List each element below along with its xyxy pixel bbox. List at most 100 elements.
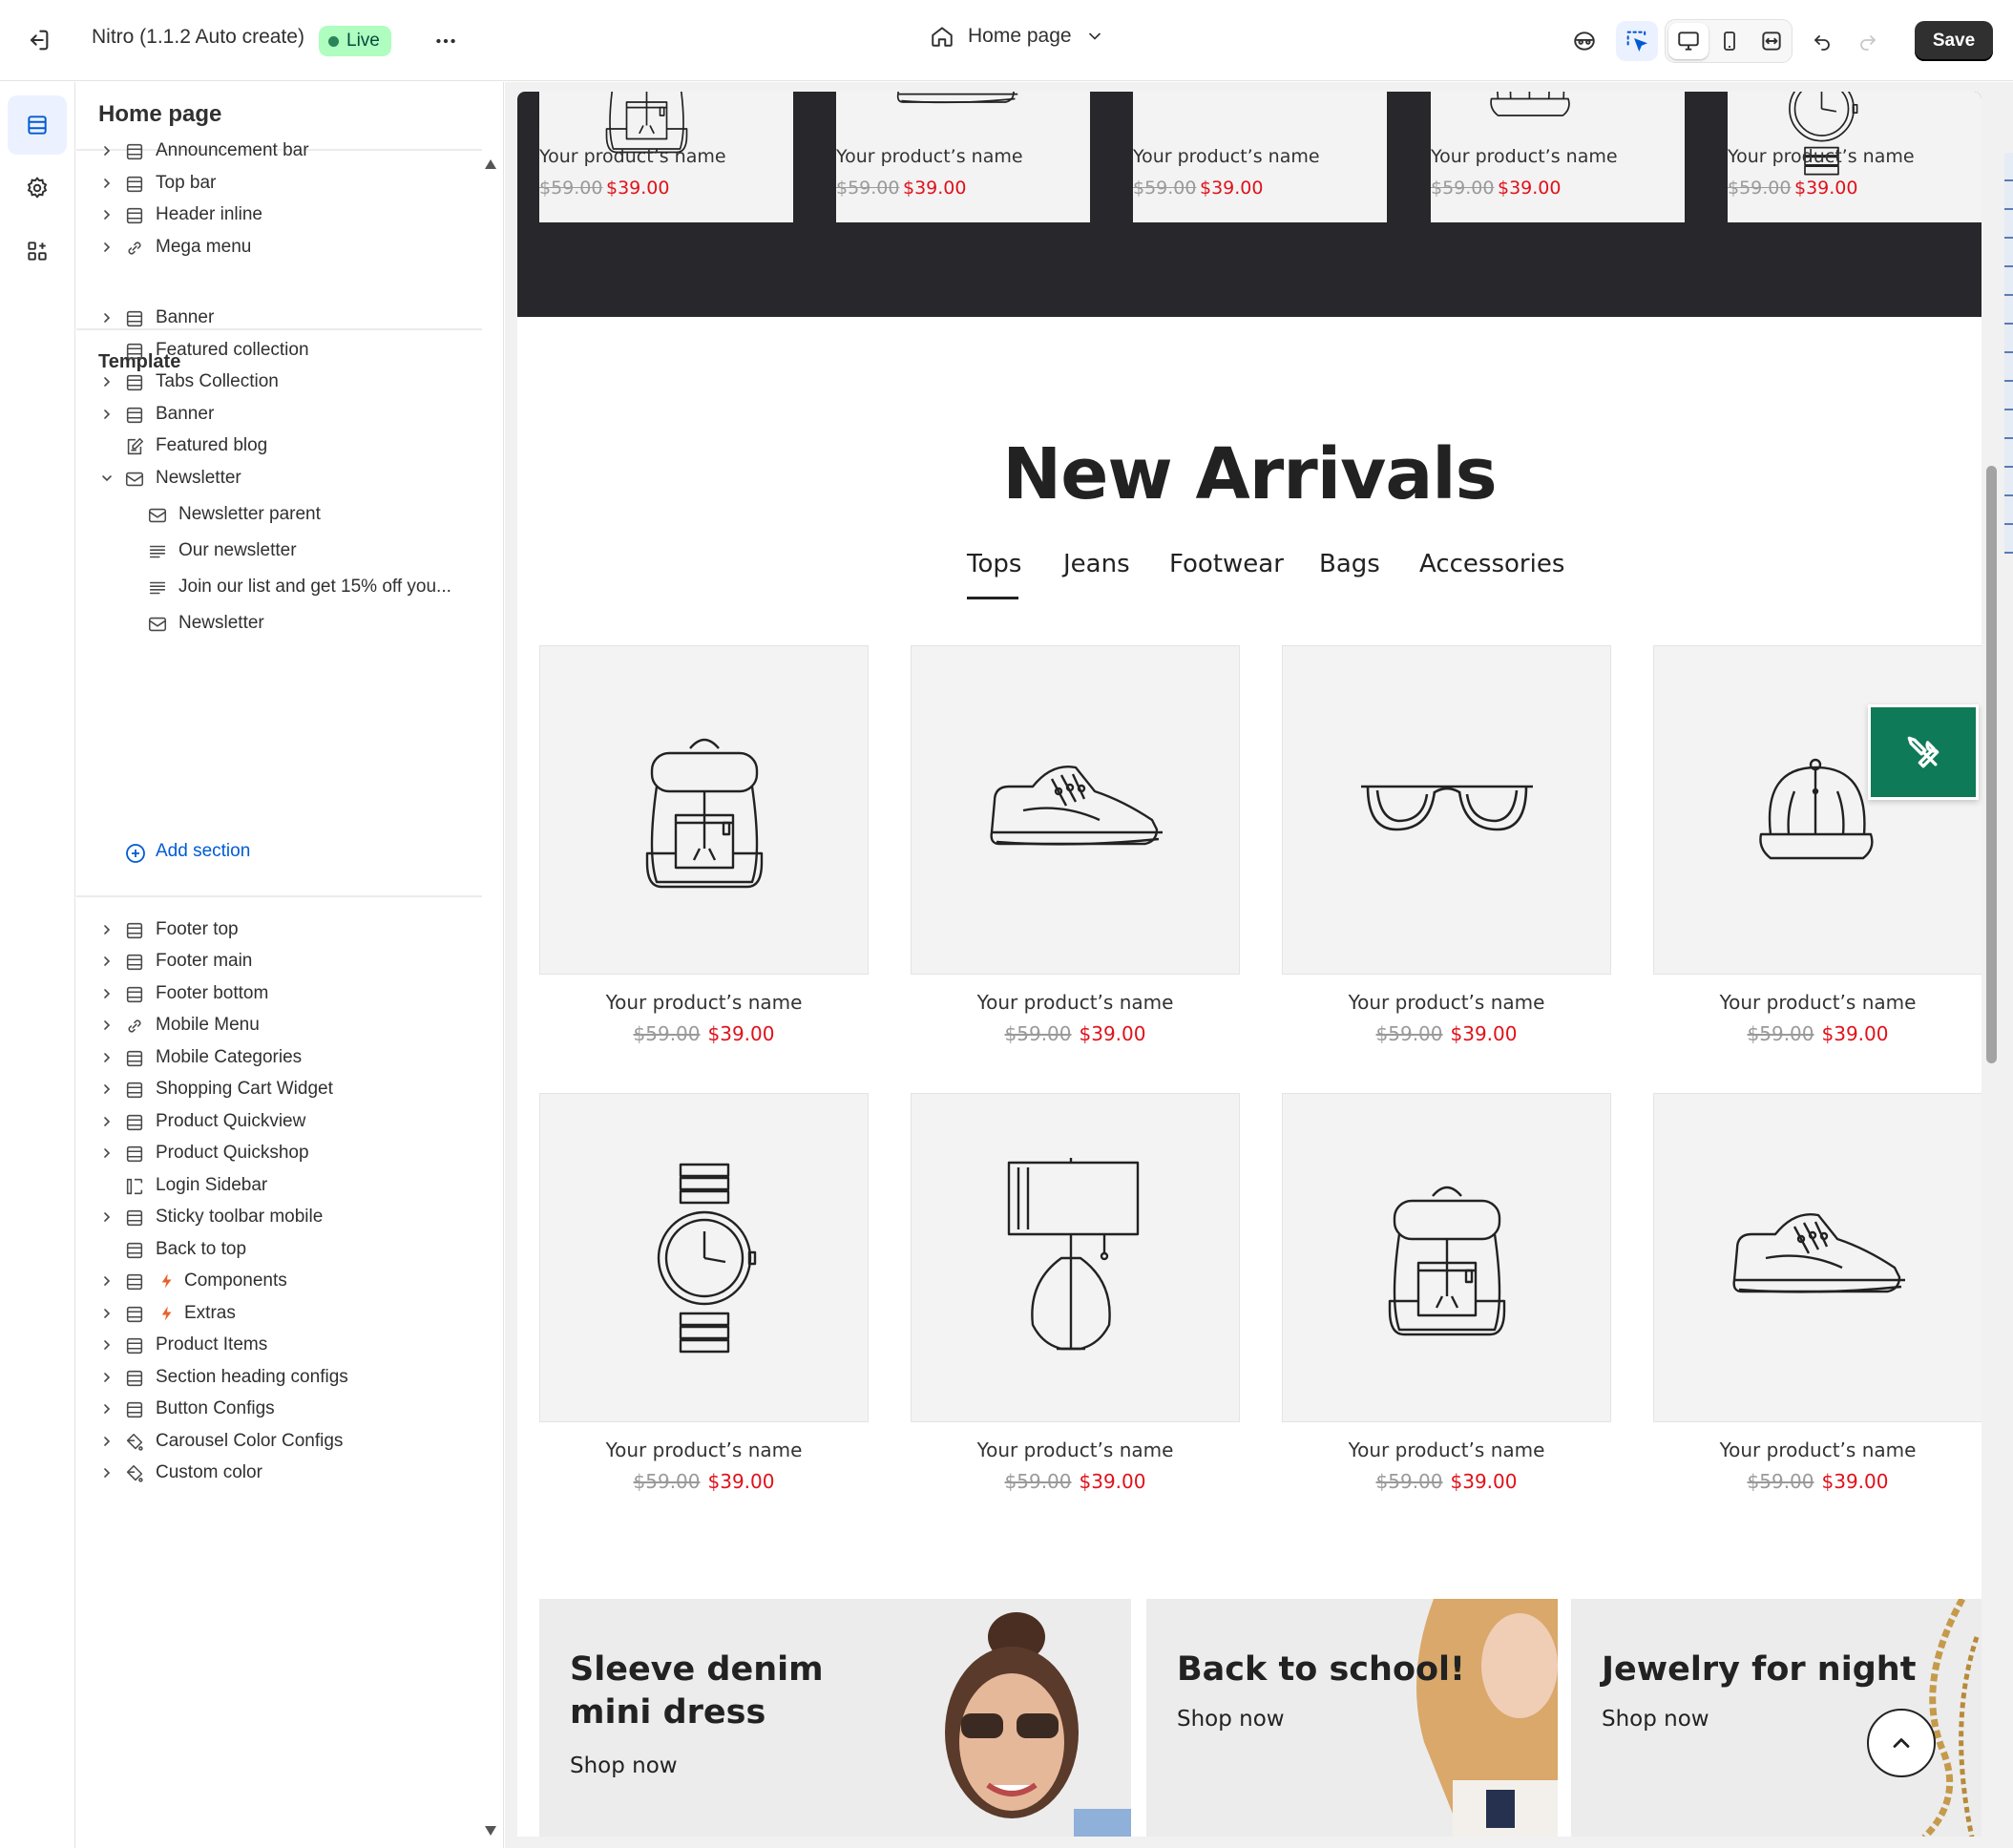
newsletter-block[interactable]: Our newsletter <box>76 532 482 570</box>
chevron-right-icon[interactable] <box>99 1209 115 1225</box>
section-icon <box>124 308 145 329</box>
scroll-up-arrow-icon[interactable] <box>484 158 497 170</box>
apps-icon[interactable] <box>8 221 67 281</box>
product-name[interactable]: Your product’s name <box>1282 1438 1611 1461</box>
newsletter-block[interactable]: Join our list and get 15% off you... <box>76 568 482 606</box>
scroll-down-arrow-icon[interactable] <box>484 1825 497 1837</box>
app-embed-icon[interactable] <box>1563 21 1605 61</box>
product-image[interactable] <box>539 1093 869 1422</box>
section-icon <box>124 1240 145 1261</box>
sale-price: $39.00 <box>1821 1470 1889 1493</box>
back-to-top-button[interactable] <box>1867 1709 1936 1777</box>
product-price: $59.00 $39.00 <box>911 1022 1240 1045</box>
newsletter-block[interactable]: Newsletter parent <box>76 495 482 534</box>
product-name[interactable]: Your product’s name <box>539 1438 869 1461</box>
tree-item-label: Featured collection <box>156 340 309 360</box>
template-item[interactable]: Newsletter <box>76 459 482 497</box>
inspector-icon[interactable] <box>1616 21 1658 61</box>
tree-item-label: Product Quickshop <box>156 1143 309 1163</box>
bolt-icon <box>158 1304 176 1323</box>
carousel-product-card[interactable]: Your product’s name $59.00 $39.00 <box>1431 92 1685 222</box>
product-name[interactable]: Your product’s name <box>1653 991 1982 1014</box>
product-image[interactable] <box>911 1093 1240 1422</box>
chevron-down-icon[interactable] <box>99 471 115 486</box>
chevron-right-icon[interactable] <box>99 407 115 422</box>
footer-group-item[interactable]: Custom color <box>76 1454 482 1492</box>
chevron-right-icon[interactable] <box>99 986 115 1001</box>
chevron-right-icon[interactable] <box>99 1434 115 1449</box>
chevron-right-icon[interactable] <box>99 1370 115 1385</box>
collection-tab[interactable]: Footwear <box>1169 550 1284 578</box>
product-image[interactable] <box>1282 1093 1611 1422</box>
carousel-product-card[interactable]: Your product’s name $59.00 $39.00 <box>1728 92 1982 222</box>
chevron-right-icon[interactable] <box>99 143 115 158</box>
sidebar-item[interactable]: Mega menu <box>76 228 482 266</box>
chevron-right-icon[interactable] <box>99 310 115 326</box>
collection-tab[interactable]: Tops <box>967 550 1021 578</box>
section-icon <box>124 1399 145 1420</box>
chevron-right-icon[interactable] <box>99 1050 115 1065</box>
link-icon <box>124 1016 145 1037</box>
desktop-view-icon[interactable] <box>1667 21 1709 61</box>
sections-icon[interactable] <box>8 95 67 155</box>
more-actions-icon[interactable] <box>433 29 458 53</box>
mobile-view-icon[interactable] <box>1709 21 1751 61</box>
chevron-right-icon[interactable] <box>99 374 115 389</box>
chevron-right-icon[interactable] <box>99 1145 115 1161</box>
chevron-right-icon[interactable] <box>99 1018 115 1033</box>
carousel-product-card[interactable]: Your product’s name $59.00 $39.00 <box>836 92 1090 222</box>
chevron-right-icon[interactable] <box>99 1114 115 1129</box>
product-name[interactable]: Your product’s name <box>1282 991 1611 1014</box>
carousel-product-card[interactable]: Your product’s name $59.00 $39.00 <box>1133 92 1387 222</box>
undo-icon[interactable] <box>1801 21 1843 61</box>
product-image[interactable] <box>1653 1093 1982 1422</box>
chevron-right-icon[interactable] <box>99 954 115 969</box>
exit-icon[interactable] <box>25 27 52 53</box>
collection-tab[interactable]: Accessories <box>1419 550 1564 578</box>
newsletter-block[interactable]: Newsletter <box>76 604 482 642</box>
home-icon <box>930 24 954 49</box>
chevron-right-icon[interactable] <box>99 1306 115 1321</box>
divider <box>76 895 482 897</box>
redo-icon[interactable] <box>1847 21 1889 61</box>
promo-banner-school[interactable]: Back to school! Shop now <box>1146 1599 1558 1837</box>
tree-item-label: Featured blog <box>156 435 268 455</box>
save-button[interactable]: Save <box>1915 21 1993 61</box>
banner-cta[interactable]: Shop now <box>570 1754 678 1778</box>
chevron-right-icon[interactable] <box>99 922 115 937</box>
page-selector[interactable]: Home page <box>930 24 1104 49</box>
compare-price: $59.00 <box>1747 1022 1814 1045</box>
product-name[interactable]: Your product’s name <box>911 1438 1240 1461</box>
preview-scrollbar-thumb[interactable] <box>1986 466 1997 1063</box>
product-name[interactable]: Your product’s name <box>911 991 1240 1014</box>
bolt-icon <box>158 1271 176 1291</box>
tree-item-label: Back to top <box>156 1239 247 1259</box>
add-section-button[interactable]: Add section <box>76 832 482 871</box>
banner-cta[interactable]: Shop now <box>1177 1707 1285 1732</box>
full-width-icon[interactable] <box>1751 21 1793 61</box>
product-image[interactable] <box>1653 645 1982 975</box>
chevron-right-icon[interactable] <box>99 176 115 191</box>
product-image[interactable] <box>539 645 869 975</box>
theme-settings-icon[interactable] <box>8 158 67 218</box>
chevron-right-icon[interactable] <box>99 1337 115 1353</box>
banner-cta[interactable]: Shop now <box>1602 1707 1709 1732</box>
product-image[interactable] <box>911 645 1240 975</box>
collection-tab[interactable]: Bags <box>1319 550 1380 578</box>
promo-banner-dress[interactable]: Sleeve denim mini dress Shop now <box>539 1599 1131 1837</box>
storefront-preview[interactable]: New Arrivals Tops Jeans Footwear Bags Access… <box>517 92 1982 1837</box>
chevron-right-icon[interactable] <box>99 1465 115 1480</box>
product-name[interactable]: Your product’s name <box>1653 1438 1982 1461</box>
chevron-right-icon[interactable] <box>99 240 115 255</box>
collection-tab[interactable]: Jeans <box>1063 550 1130 578</box>
add-circle-icon <box>124 842 147 865</box>
chevron-right-icon[interactable] <box>99 1273 115 1289</box>
product-name[interactable]: Your product’s name <box>539 991 869 1014</box>
product-image[interactable] <box>1282 645 1611 975</box>
carousel-product-card[interactable]: Your product’s name $59.00 $39.00 <box>539 92 793 222</box>
chevron-right-icon[interactable] <box>99 1082 115 1097</box>
compare-price: $59.00 <box>1747 1470 1814 1493</box>
tools-widget-button[interactable] <box>1868 704 1979 800</box>
chevron-right-icon[interactable] <box>99 207 115 222</box>
chevron-right-icon[interactable] <box>99 1401 115 1417</box>
